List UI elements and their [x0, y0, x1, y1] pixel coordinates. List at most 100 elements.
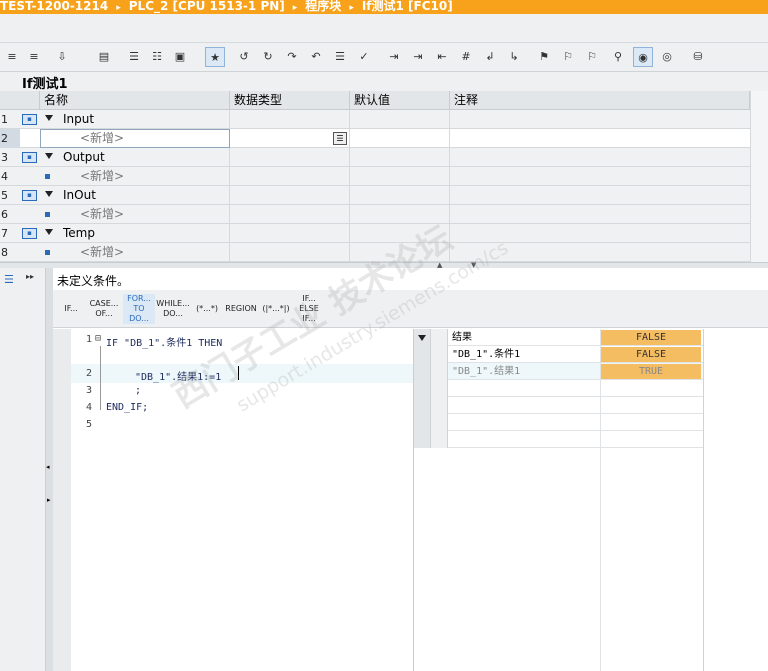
- favorites-icon[interactable]: ★: [205, 47, 225, 67]
- monitor-on-icon[interactable]: ◉: [633, 47, 653, 67]
- monitor-icon[interactable]: ▤: [96, 48, 112, 64]
- bookmark-next-icon[interactable]: ⚐: [584, 48, 600, 64]
- table-row[interactable]: 结果 FALSE: [414, 329, 704, 346]
- name-input[interactable]: [40, 129, 230, 148]
- row-marker: [431, 380, 448, 397]
- fold-line: [100, 346, 101, 410]
- condition-warning-bar: 未定义条件。: [53, 268, 768, 290]
- outline-icon[interactable]: ☰: [4, 273, 14, 286]
- datatype-cell: [230, 148, 350, 167]
- save-icon[interactable]: ▣: [172, 48, 188, 64]
- datatype-cell[interactable]: [230, 129, 350, 148]
- table-row[interactable]: 6 <新增>: [0, 205, 750, 224]
- breadcrumb-block[interactable]: If测试1 [FC10]: [362, 0, 453, 12]
- indent-list-icon[interactable]: ☰: [332, 48, 348, 64]
- table-row[interactable]: "DB_1".结果1 TRUE: [414, 363, 704, 380]
- template-case[interactable]: CASE... OF...: [88, 294, 120, 324]
- breakpoint-icon[interactable]: ↺: [236, 48, 252, 64]
- table-row: [414, 414, 704, 431]
- row-number: 7: [1, 227, 8, 240]
- bookmark-prev-icon[interactable]: ⚐: [560, 48, 576, 64]
- table-row[interactable]: 2 <新增> ☰: [0, 129, 750, 148]
- table-row[interactable]: 4 <新增>: [0, 167, 750, 186]
- list-icon[interactable]: ☷: [149, 48, 165, 64]
- line-number: 2: [85, 368, 92, 379]
- row-marker: [431, 363, 448, 380]
- breadcrumb-project[interactable]: TEST-1200-1214: [0, 0, 108, 12]
- code-line-2[interactable]: "DB_1".结果1:=1: [135, 368, 221, 383]
- header-datatype[interactable]: 数据类型: [230, 91, 350, 110]
- collapse-right-icon[interactable]: ▸: [47, 496, 51, 504]
- code-line-4[interactable]: END_IF;: [106, 402, 148, 413]
- breadcrumb-separator-icon: ▸: [292, 3, 298, 13]
- datatype-cell: [230, 243, 350, 262]
- indent-decrease-icon[interactable]: ⇤: [434, 48, 450, 64]
- align-left-icon[interactable]: ☰: [126, 48, 142, 64]
- template-comment[interactable]: (*...*): [193, 294, 221, 324]
- table-row: [414, 380, 704, 397]
- template-while[interactable]: WHILE... DO...: [156, 294, 189, 324]
- watch-value: FALSE: [601, 347, 701, 362]
- download-icon[interactable]: ⇩: [54, 48, 70, 64]
- database-icon[interactable]: ⛁: [690, 48, 706, 64]
- collapse-icon[interactable]: [418, 335, 426, 341]
- collapse-left-icon[interactable]: ◂: [46, 463, 50, 471]
- default-cell: [350, 129, 450, 148]
- code-line-1[interactable]: IF "DB_1".条件1 THEN: [106, 334, 222, 349]
- table-row[interactable]: 3 ▪ Output: [0, 148, 750, 167]
- step-over-icon[interactable]: ↶: [308, 48, 324, 64]
- name-cell: [20, 110, 230, 129]
- table-row[interactable]: 7 ▪ Temp: [0, 224, 750, 243]
- row-number: 2: [0, 129, 20, 148]
- bookmark-set-icon[interactable]: ⚑: [536, 48, 552, 64]
- header-default[interactable]: 默认值: [350, 91, 450, 110]
- interface-scrollbar[interactable]: [750, 91, 768, 262]
- uncomment-icon[interactable]: ↲: [482, 48, 498, 64]
- header-name[interactable]: 名称: [40, 91, 230, 110]
- template-if-else-if[interactable]: IF... ELSE IF...: [296, 294, 322, 324]
- check-icon[interactable]: ✓: [356, 48, 372, 64]
- comment-icon[interactable]: #: [458, 48, 474, 64]
- breadcrumb-separator-icon: ▸: [116, 3, 121, 13]
- default-cell: [350, 186, 450, 205]
- code-line-3[interactable]: ;: [135, 385, 141, 396]
- breadcrumb-plc[interactable]: PLC_2 [CPU 1513-1 PN]: [129, 0, 285, 12]
- breadcrumb-program-blocks[interactable]: 程序块: [305, 0, 341, 12]
- template-block-comment[interactable]: (|*...*|): [259, 294, 293, 324]
- header-comment[interactable]: 注释: [450, 91, 750, 110]
- datatype-picker-icon[interactable]: ☰: [333, 132, 347, 145]
- row-marker: [431, 431, 448, 448]
- search-icon[interactable]: ⚲: [610, 48, 626, 64]
- expand-pane-icon[interactable]: ▸▸: [26, 272, 34, 281]
- default-cell: [350, 243, 450, 262]
- table-row[interactable]: "DB_1".条件1 FALSE: [414, 346, 704, 363]
- window-header-area: [0, 14, 768, 43]
- monitor-all-icon[interactable]: ◎: [659, 48, 675, 64]
- header-spacer: [0, 91, 40, 110]
- table-row[interactable]: 8 <新增>: [0, 243, 750, 262]
- table-row[interactable]: 5 ▪ InOut: [0, 186, 750, 205]
- row-header: [414, 380, 431, 397]
- current-line-highlight: [71, 364, 413, 383]
- delete-network-icon[interactable]: ≡: [26, 48, 42, 64]
- template-for[interactable]: FOR... TO DO...: [123, 294, 155, 324]
- delete-breakpoint-icon[interactable]: ↻: [260, 48, 276, 64]
- template-if[interactable]: IF...: [59, 294, 83, 324]
- datatype-cell: [230, 110, 350, 129]
- instruction-template-bar: IF... CASE... OF... FOR... TO DO... WHIL…: [53, 290, 768, 328]
- insert-network-icon[interactable]: ≡: [4, 48, 20, 64]
- text-cursor: [238, 366, 239, 380]
- indent-increase-icon[interactable]: ⇥: [410, 48, 426, 64]
- row-header: [414, 414, 431, 431]
- bookmark-icon[interactable]: ↳: [506, 48, 522, 64]
- fold-toggle-icon[interactable]: ⊟: [95, 333, 101, 344]
- pane-divider[interactable]: ◂ ▸: [46, 268, 53, 671]
- table-row[interactable]: 1 ▪ Input: [0, 110, 750, 129]
- table-row: [414, 431, 704, 448]
- line-number: 4: [85, 402, 92, 413]
- indent-icon[interactable]: ⇥: [386, 48, 402, 64]
- table-row: [414, 397, 704, 414]
- datatype-cell: [230, 167, 350, 186]
- step-icon[interactable]: ↷: [284, 48, 300, 64]
- template-region[interactable]: REGION: [224, 294, 258, 324]
